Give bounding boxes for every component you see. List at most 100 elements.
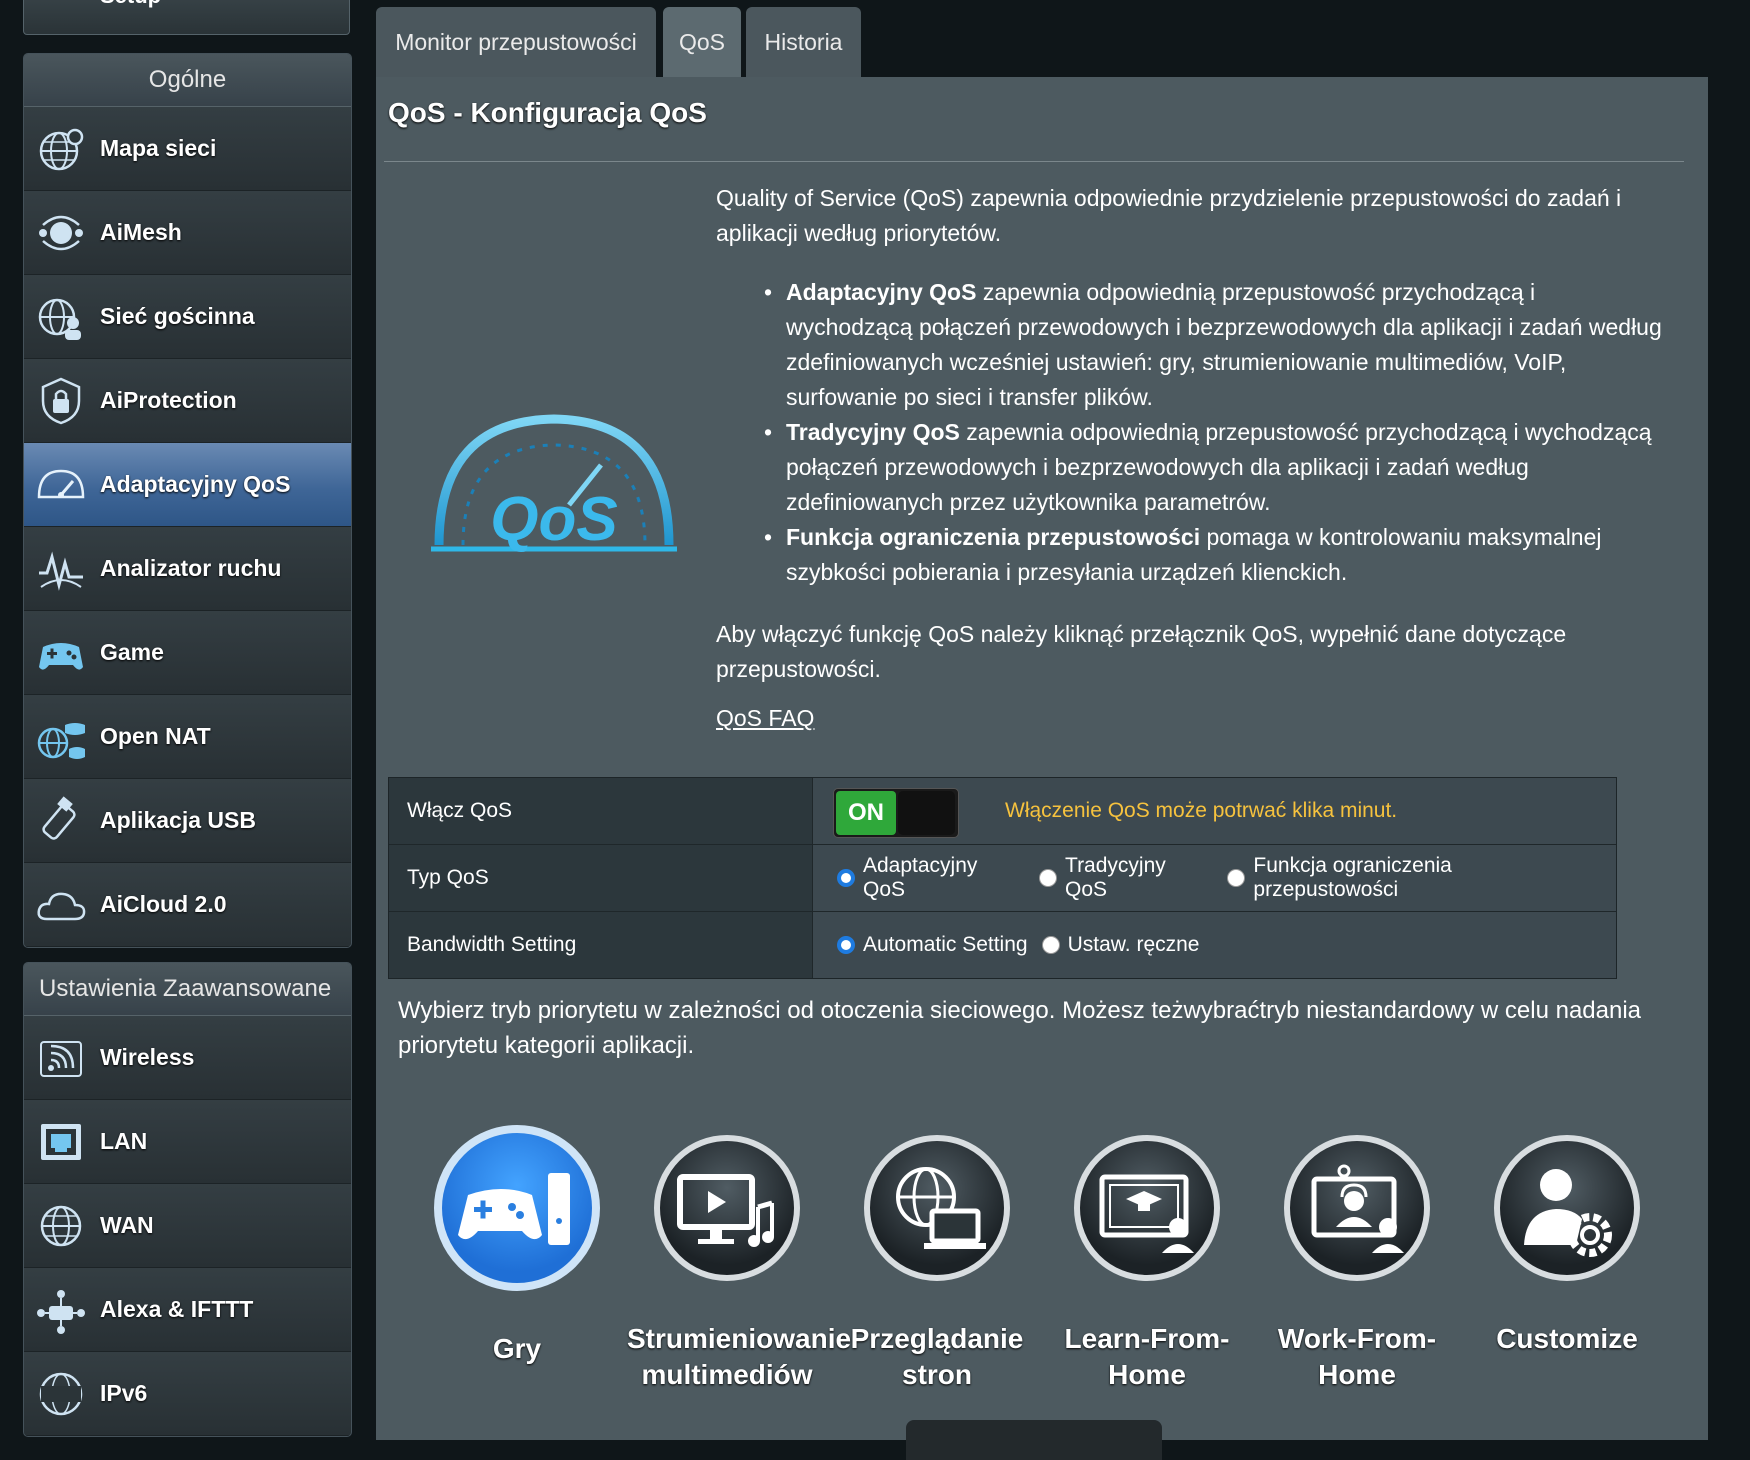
bandwidth-setting-value-cell: Automatic Setting Ustaw. ręczne <box>813 912 1616 978</box>
mode-customize[interactable]: Customize <box>1467 1135 1667 1357</box>
sidebar-item-aiprotection[interactable]: AiProtection <box>24 359 351 443</box>
radio-dot[interactable] <box>1039 869 1058 887</box>
game-console-icon <box>458 1173 570 1245</box>
radio-dot[interactable] <box>837 936 855 954</box>
radio-dot[interactable] <box>837 869 855 887</box>
sidebar-item-network-map[interactable]: Mapa sieci <box>24 107 351 191</box>
sidebar-item-label: Mapa sieci <box>100 135 217 161</box>
sidebar-item-wan[interactable]: WAN <box>24 1184 351 1268</box>
general-menu-panel: Ogólne Mapa sieci AiMesh Sieć gościnna A… <box>23 53 352 948</box>
qos-feature-list: Adaptacyjny QoS zapewnia odpowiednią prz… <box>764 275 1666 590</box>
bandwidth-radio-group: Automatic Setting Ustaw. ręczne <box>837 912 1213 978</box>
radio-bandwidth-limiter[interactable]: Funkcja ograniczenia przepustowości <box>1227 854 1602 902</box>
radio-manual-setting[interactable]: Ustaw. ręczne <box>1041 933 1199 957</box>
sidebar-item-adaptive-qos[interactable]: Adaptacyjny QoS <box>24 443 351 527</box>
tab-history[interactable]: Historia <box>746 7 861 77</box>
sidebar-item-wireless[interactable]: Wireless <box>24 1016 351 1100</box>
mode-media-streaming-circle[interactable] <box>654 1135 800 1281</box>
qos-type-value-cell: Adaptacyjny QoS Tradycyjny QoS Funkcja o… <box>813 845 1616 911</box>
mode-learn-from-home-circle[interactable] <box>1074 1135 1220 1281</box>
intro-text: Quality of Service (QoS) zapewnia odpowi… <box>716 185 1622 246</box>
sidebar-item-label: Aplikacja USB <box>100 807 256 833</box>
feature-item-traditional: Tradycyjny QoS zapewnia odpowiednią prze… <box>764 415 1666 520</box>
radio-label: Tradycyjny QoS <box>1065 854 1166 901</box>
apply-button[interactable] <box>906 1420 1162 1460</box>
sidebar-item-alexa-ifttt[interactable]: Alexa & IFTTT <box>24 1268 351 1352</box>
radio-automatic-setting[interactable]: Automatic Setting <box>837 933 1028 957</box>
qos-faq-link[interactable]: QoS FAQ <box>716 705 814 732</box>
learn-from-home-icon <box>1099 1174 1194 1253</box>
mode-web-browsing-circle[interactable] <box>864 1135 1010 1281</box>
customize-user-icon <box>1524 1169 1612 1257</box>
enable-qos-value-cell: ON Włączenie QoS może potrwać klika minu… <box>813 778 1616 844</box>
sidebar-item-traffic-analyzer[interactable]: Analizator ruchu <box>24 527 351 611</box>
mode-work-from-home[interactable]: Work-From- Home <box>1257 1135 1457 1393</box>
enable-instructions: Aby włączyć funkcję QoS należy kliknąć p… <box>716 621 1567 682</box>
title-divider <box>384 161 1684 162</box>
sidebar-item-label: Alexa & IFTTT <box>100 1296 254 1322</box>
sidebar-item-label: Analizator ruchu <box>100 555 282 581</box>
sidebar-item-label: AiMesh <box>100 219 182 245</box>
usb-icon <box>42 796 76 840</box>
radio-label: Automatic Setting <box>863 933 1028 956</box>
sidebar-item-lan[interactable]: LAN <box>24 1100 351 1184</box>
qos-toggle-switch[interactable]: ON <box>833 788 959 838</box>
sidebar-item-aicloud[interactable]: AiCloud 2.0 <box>24 863 351 947</box>
mode-games[interactable]: Gry <box>417 1125 617 1367</box>
mode-label: Strumieniowanie multimediów <box>627 1321 851 1393</box>
mode-label-line: Strumieniowanie <box>627 1323 852 1354</box>
media-streaming-icon <box>677 1174 774 1247</box>
radio-traditional-qos[interactable]: Tradycyjny QoS <box>1039 854 1213 902</box>
sidebar-item-label: IPv6 <box>100 1380 148 1406</box>
mode-label-line: multimediów <box>641 1359 813 1390</box>
mode-label-line: Learn-From- <box>1064 1323 1230 1354</box>
sidebar-item-ipv6[interactable]: IPv6 <box>24 1352 351 1436</box>
qos-intro: Quality of Service (QoS) zapewnia odpowi… <box>716 181 1651 251</box>
radio-dot[interactable] <box>1041 936 1060 954</box>
setup-button[interactable]: Setup <box>23 0 350 35</box>
feature-item-bandwidth-limiter: Funkcja ograniczenia przepustowości poma… <box>764 520 1666 590</box>
cloud-icon <box>37 892 86 921</box>
sidebar-item-open-nat[interactable]: Open NAT <box>24 695 351 779</box>
tab-bandwidth-monitor[interactable]: Monitor przepustowości <box>376 7 656 77</box>
sidebar-item-guest-network[interactable]: Sieć gościnna <box>24 275 351 359</box>
mode-label-line: Customize <box>1496 1323 1638 1354</box>
priority-mode-description: Wybierz tryb priorytetu w zależności od … <box>398 997 1642 1059</box>
mode-web-browsing[interactable]: Przeglądanie stron <box>837 1135 1037 1393</box>
page-title: QoS - Konfiguracja QoS <box>388 97 707 128</box>
mode-media-streaming[interactable]: Strumieniowanie multimediów <box>627 1135 851 1393</box>
toggle-knob <box>898 791 955 835</box>
mode-customize-circle[interactable] <box>1494 1135 1640 1281</box>
mode-label-line: Work-From- <box>1277 1323 1437 1354</box>
mode-label-line: Home <box>1108 1359 1186 1390</box>
radio-dot[interactable] <box>1227 869 1246 887</box>
sidebar-item-label: WAN <box>100 1212 154 1238</box>
radio-adaptive-qos[interactable]: Adaptacyjny QoS <box>837 854 1025 902</box>
advanced-menu-panel: Ustawienia Zaawansowane Wireless LAN WAN… <box>23 962 352 1437</box>
sidebar-item-usb-app[interactable]: Aplikacja USB <box>24 779 351 863</box>
qos-type-label: Typ QoS <box>389 845 813 911</box>
aimesh-icon <box>39 215 83 251</box>
sidebar-item-game[interactable]: Game <box>24 611 351 695</box>
mode-label-line: stron <box>902 1359 972 1390</box>
table-row-bandwidth-setting: Bandwidth Setting Automatic Setting Usta… <box>389 912 1616 978</box>
radio-label: Adaptacyjny QoS <box>862 854 978 901</box>
bandwidth-setting-label: Bandwidth Setting <box>389 912 813 978</box>
feature-item-adaptive: Adaptacyjny QoS zapewnia odpowiednią prz… <box>764 275 1666 415</box>
wan-globe-icon <box>40 1205 82 1247</box>
globe-icon <box>39 128 84 171</box>
enable-warning: Włączenie QoS może potrwać klika minut. <box>1005 799 1398 822</box>
advanced-menu-header: Ustawienia Zaawansowane <box>24 963 351 1016</box>
wireless-icon <box>40 1041 82 1077</box>
table-row-qos-type: Typ QoS Adaptacyjny QoS Tradycyjny QoS F… <box>389 845 1616 912</box>
qos-gauge-logo: QoS <box>431 414 677 554</box>
mode-label: Customize <box>1467 1321 1667 1357</box>
setup-label: Setup <box>100 0 161 9</box>
mode-work-from-home-circle[interactable] <box>1284 1135 1430 1281</box>
mode-learn-from-home[interactable]: Learn-From- Home <box>1047 1135 1247 1393</box>
tab-qos[interactable]: QoS <box>663 7 741 77</box>
mode-label-line: Przeglądanie <box>850 1323 1024 1354</box>
mode-games-circle[interactable] <box>434 1125 600 1291</box>
sidebar-item-aimesh[interactable]: AiMesh <box>24 191 351 275</box>
web-browsing-icon <box>896 1167 986 1249</box>
